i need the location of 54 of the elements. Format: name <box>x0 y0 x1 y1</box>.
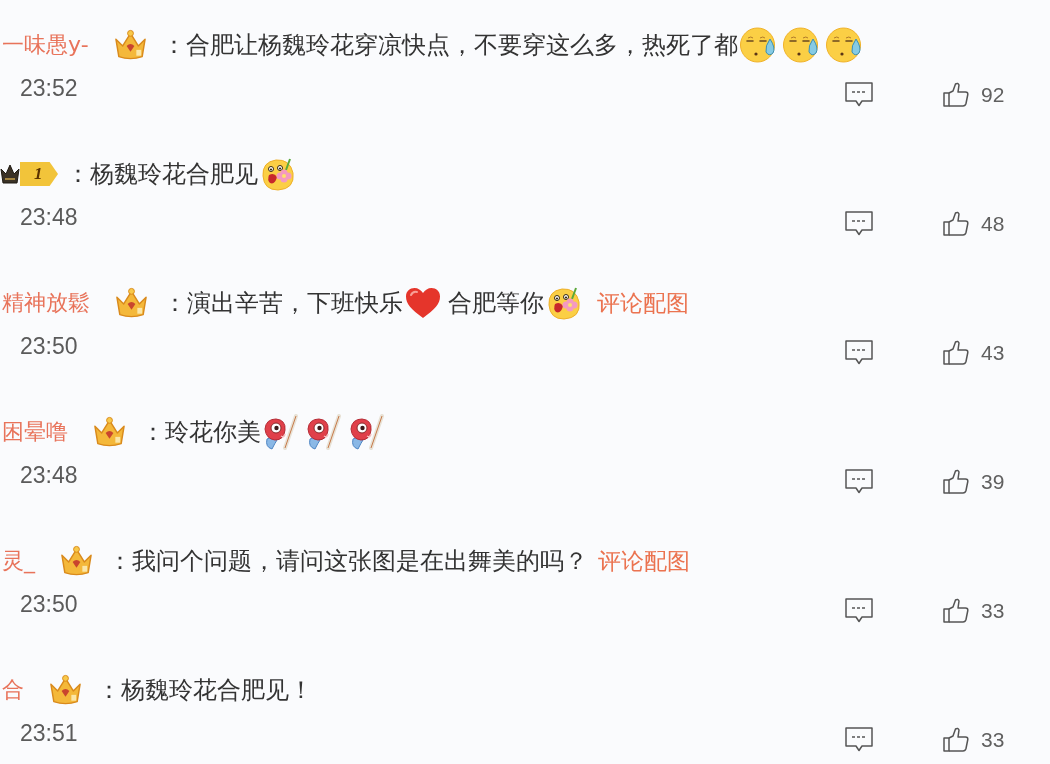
thumbs-up-icon[interactable] <box>943 727 969 752</box>
comment-text: ：玲花你美 <box>141 417 261 448</box>
like-count: 33 <box>981 598 1005 623</box>
crown-icon <box>0 163 20 185</box>
heart-icon <box>405 285 441 321</box>
comment-icon[interactable] <box>845 469 873 494</box>
like-count: 33 <box>981 727 1005 752</box>
comment-text: ：合肥让杨魏玲花穿凉快点，不要穿这么多，热死了都 <box>161 30 738 61</box>
comment-time: 23:50 <box>19 590 78 619</box>
level-badge: 1 <box>20 162 58 186</box>
comment-time: 23:48 <box>19 203 78 232</box>
comment-time: 23:48 <box>19 461 78 490</box>
comment-icon[interactable] <box>845 340 873 365</box>
thumbs-up-icon[interactable] <box>943 82 969 107</box>
username[interactable]: 精神放鬆 <box>0 288 90 318</box>
crown-icon <box>112 29 148 61</box>
comment-icon[interactable] <box>845 82 873 107</box>
fish-icon <box>349 414 385 450</box>
crown-icon <box>92 416 127 448</box>
comment-time: 23:50 <box>19 332 78 361</box>
like-count: 92 <box>981 82 1005 107</box>
username[interactable]: 合 <box>0 675 24 705</box>
comment-time: 23:51 <box>19 719 78 748</box>
comment-time: 23:52 <box>19 74 78 103</box>
flower-face-icon <box>260 156 296 192</box>
fish-icon <box>263 414 299 450</box>
comment-icon[interactable] <box>845 727 873 752</box>
sweat-face-icon <box>825 27 862 63</box>
flower-face-icon <box>546 285 582 321</box>
sweat-face-icon <box>739 27 776 63</box>
image-link[interactable]: 评论配图 <box>598 545 690 577</box>
like-count: 39 <box>981 469 1005 494</box>
comment-icon[interactable] <box>845 211 873 236</box>
image-link[interactable]: 评论配图 <box>597 287 689 319</box>
comment-icon[interactable] <box>845 598 873 623</box>
comment-text: ：杨魏玲花合肥见 <box>66 159 258 190</box>
username[interactable]: 困晕噜 <box>0 417 68 447</box>
comment-text: ：我问个问题，请问这张图是在出舞美的吗？ <box>108 546 588 577</box>
thumbs-up-icon[interactable] <box>943 469 969 494</box>
thumbs-up-icon[interactable] <box>943 598 969 623</box>
thumbs-up-icon[interactable] <box>943 211 969 236</box>
thumbs-up-icon[interactable] <box>943 340 969 365</box>
crown-icon <box>48 674 83 706</box>
crown-icon <box>114 287 149 319</box>
comment-text: ：杨魏玲花合肥见！ <box>97 675 313 706</box>
username[interactable]: 灵_ <box>0 546 35 576</box>
username[interactable]: 一味愚y- <box>0 30 89 60</box>
comment-text: ：演出辛苦，下班快乐 <box>163 288 403 319</box>
like-count: 43 <box>981 340 1005 365</box>
comment-text: 合肥等你 <box>448 288 544 319</box>
crown-icon <box>59 545 94 577</box>
sweat-face-icon <box>782 27 819 63</box>
like-count: 48 <box>981 211 1005 236</box>
fish-icon <box>306 414 342 450</box>
